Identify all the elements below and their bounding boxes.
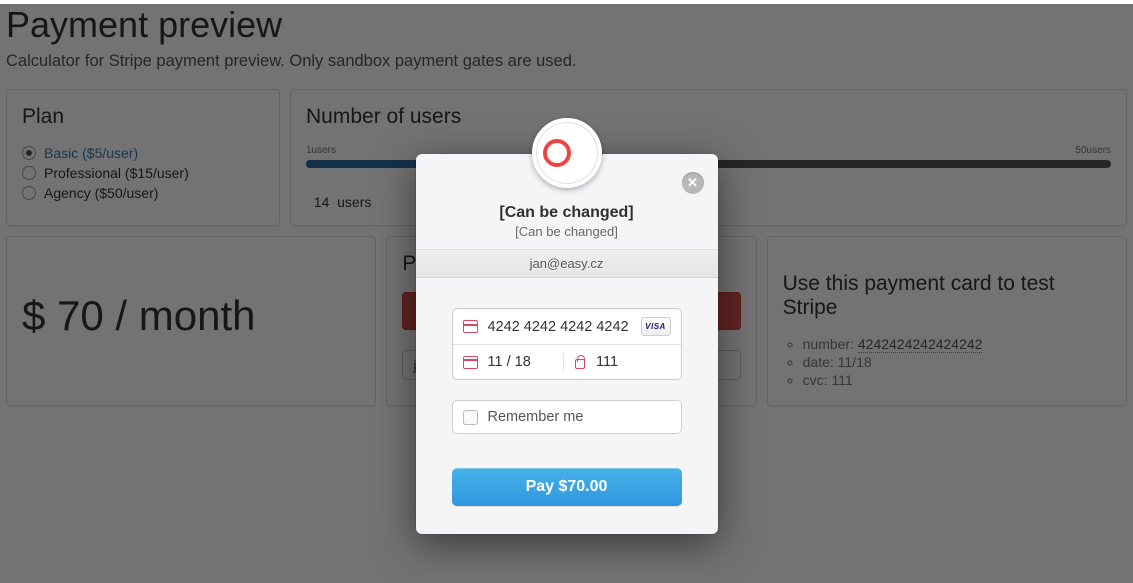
visa-badge-icon: VISA: [641, 317, 671, 336]
card-icon: [463, 320, 478, 333]
modal-email-bar: jan@easy.cz: [416, 249, 718, 278]
card-expiry-input[interactable]: [486, 353, 560, 371]
calendar-icon: [463, 356, 478, 369]
remember-me-label: Remember me: [488, 409, 584, 425]
lock-icon: [574, 356, 586, 369]
card-fields: VISA: [452, 308, 682, 380]
modal-subtitle: [Can be changed]: [432, 224, 702, 239]
checkbox-icon[interactable]: [463, 410, 478, 425]
pay-button[interactable]: Pay $70.00: [452, 468, 682, 506]
remember-me-row[interactable]: Remember me: [452, 400, 682, 434]
checkout-modal: ✕ [Can be changed] [Can be changed] jan@…: [416, 154, 718, 534]
merchant-logo-icon: [532, 118, 602, 188]
modal-overlay: ✕ [Can be changed] [Can be changed] jan@…: [0, 4, 1133, 583]
card-number-input[interactable]: [486, 318, 641, 336]
close-icon[interactable]: ✕: [682, 172, 704, 194]
modal-title: [Can be changed]: [432, 204, 702, 222]
card-cvc-input[interactable]: [594, 353, 671, 371]
